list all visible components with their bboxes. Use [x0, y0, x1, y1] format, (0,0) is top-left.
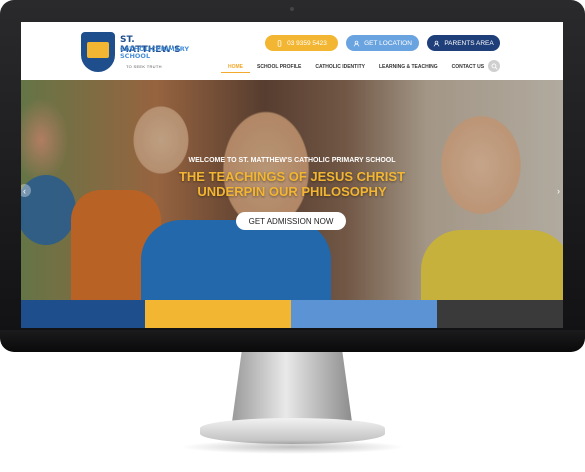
user-icon — [353, 40, 360, 46]
hero-banner: WELCOME TO ST. MATTHEW'S CATHOLIC PRIMAR… — [21, 80, 563, 300]
school-crest-logo[interactable] — [81, 32, 115, 72]
monitor-frame: ST. MATTHEW'S CATHOLICPRIMARY SCHOOL TO … — [0, 0, 585, 350]
monitor-stand-neck — [232, 352, 352, 422]
site-header: ST. MATTHEW'S CATHOLICPRIMARY SCHOOL TO … — [21, 22, 563, 80]
feature-tile[interactable] — [21, 300, 145, 328]
search-button[interactable] — [488, 60, 500, 72]
arrow-right-icon[interactable]: › — [552, 184, 563, 197]
get-location-button[interactable]: GET LOCATION — [346, 35, 419, 51]
stand-shadow — [180, 440, 405, 454]
hero-headline: THE TEACHINGS OF JESUS CHRIST UNDERPIN O… — [21, 169, 563, 199]
nav-item-catholic-identity[interactable]: CATHOLIC IDENTITY — [308, 62, 372, 73]
parents-icon — [434, 40, 440, 46]
nav-item-contact-us[interactable]: CONTACT US — [445, 62, 491, 73]
nav-item-school-profile[interactable]: SCHOOL PROFILE — [250, 62, 308, 73]
get-location-label: GET LOCATION — [364, 39, 412, 47]
get-admission-button[interactable]: GET ADMISSION NOW — [236, 212, 346, 230]
school-tagline: TO SEEK TRUTH — [126, 64, 162, 69]
school-subname: CATHOLICPRIMARY SCHOOL — [120, 45, 190, 60]
nav-item-home[interactable]: HOME — [221, 62, 250, 73]
hero-headline-line1: THE TEACHINGS OF JESUS CHRIST — [178, 169, 406, 184]
parents-area-button[interactable]: PARENTS AREA — [427, 35, 500, 51]
hero-welcome-text: WELCOME TO ST. MATTHEW'S CATHOLIC PRIMAR… — [188, 157, 396, 164]
feature-tile[interactable] — [291, 300, 437, 328]
monitor-chin — [0, 330, 585, 352]
hero-headline-line2: UNDERPIN OUR PHILOSOPHY — [197, 184, 387, 199]
phone-button[interactable]: 03 9359 5423 — [265, 35, 338, 51]
phone-label: 03 9359 5423 — [287, 39, 327, 47]
website-screen: ST. MATTHEW'S CATHOLICPRIMARY SCHOOL TO … — [21, 22, 563, 328]
phone-icon — [277, 39, 282, 47]
feature-tiles — [21, 300, 563, 328]
main-nav: HOME SCHOOL PROFILE CATHOLIC IDENTITY LE… — [221, 62, 491, 73]
camera-dot — [290, 7, 294, 11]
nav-item-learning-teaching[interactable]: LEARNING & TEACHING — [372, 62, 445, 73]
parents-area-label: PARENTS AREA — [444, 39, 494, 47]
feature-tile[interactable] — [437, 300, 563, 328]
search-icon — [491, 63, 498, 70]
feature-tile[interactable] — [145, 300, 291, 328]
